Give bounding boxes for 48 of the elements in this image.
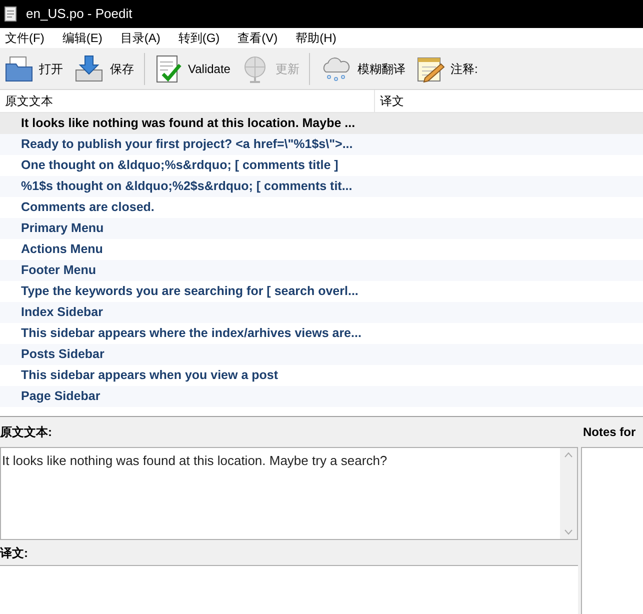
source-text: Comments are closed. xyxy=(20,199,156,216)
document-icon xyxy=(4,6,18,22)
source-text: Primary Menu xyxy=(20,220,105,238)
source-text: It looks like nothing was found at this location. Maybe ... xyxy=(20,115,356,132)
source-label: 原文文本: xyxy=(0,424,53,441)
source-text: One thought on &ldquo;%s&rdquo; [ comments title ] xyxy=(20,157,340,174)
menu-item[interactable]: 帮助(H) xyxy=(290,29,342,47)
source-text: This sidebar appears where the index/arhives views are... xyxy=(20,325,362,342)
table-row[interactable]: Footer Menu xyxy=(0,260,643,281)
table-row[interactable]: Primary Menu xyxy=(0,218,643,239)
source-text: Page Sidebar xyxy=(20,388,102,406)
toolbar-button[interactable]: 打开 xyxy=(2,50,65,88)
source-text-area[interactable]: It looks like nothing was found at this location. Maybe try a search? xyxy=(0,447,578,540)
menu-item[interactable]: 文件(F) xyxy=(0,29,50,47)
menu-item[interactable]: 转到(G) xyxy=(173,29,225,47)
toolbar-button[interactable]: 注释: xyxy=(413,50,480,88)
source-text: Index Sidebar xyxy=(20,304,104,322)
table-row[interactable]: %1$s thought on &ldquo;%2$s&rdquo; [ comments tit... xyxy=(0,176,643,197)
table-row[interactable]: Index Sidebar xyxy=(0,302,643,323)
menu-item[interactable]: 编辑(E) xyxy=(57,29,108,47)
source-text: Type the keywords you are searching for [ search overl... xyxy=(20,283,360,300)
scroll-down-icon[interactable] xyxy=(564,529,573,535)
folder-icon xyxy=(4,54,34,84)
source-text: This sidebar appears when you view a post xyxy=(20,367,280,384)
scroll-up-icon[interactable] xyxy=(564,452,573,458)
toolbar-button[interactable]: 模糊翻译 xyxy=(318,50,408,88)
download-icon xyxy=(73,54,105,84)
menu-item[interactable]: 查看(V) xyxy=(232,29,283,47)
source-text: Footer Menu xyxy=(20,262,97,280)
table-row[interactable]: Ready to publish your first project? <a href=\"%1$s\">... xyxy=(0,134,643,155)
window-title: en_US.po - Poedit xyxy=(26,5,132,24)
menu-item[interactable]: 目录(A) xyxy=(115,29,166,47)
table-row[interactable]: Page Sidebar xyxy=(0,386,643,407)
column-header[interactable]: 译文 xyxy=(375,90,643,112)
table-row[interactable]: Posts Sidebar xyxy=(0,344,643,365)
translation-field[interactable] xyxy=(0,566,578,614)
column-header[interactable]: 原文文本 xyxy=(0,90,375,112)
table-row[interactable]: It looks like nothing was found at this location. Maybe ... xyxy=(0,113,643,134)
source-text: It looks like nothing was found at this location. Maybe try a search? xyxy=(1,452,388,470)
source-text: %1$s thought on &ldquo;%2$s&rdquo; [ comments tit... xyxy=(20,178,354,196)
toolbar-button[interactable]: Validate xyxy=(153,50,232,88)
toolbar-button[interactable]: 保存 xyxy=(71,50,136,88)
scrollbar[interactable] xyxy=(560,448,577,539)
document-check-icon xyxy=(155,54,183,84)
source-text: Ready to publish your first project? <a href=\"%1$s\">... xyxy=(20,136,354,154)
source-text: Actions Menu xyxy=(20,241,104,258)
source-text: Posts Sidebar xyxy=(20,346,106,364)
notes-label: Notes for xyxy=(582,424,637,441)
